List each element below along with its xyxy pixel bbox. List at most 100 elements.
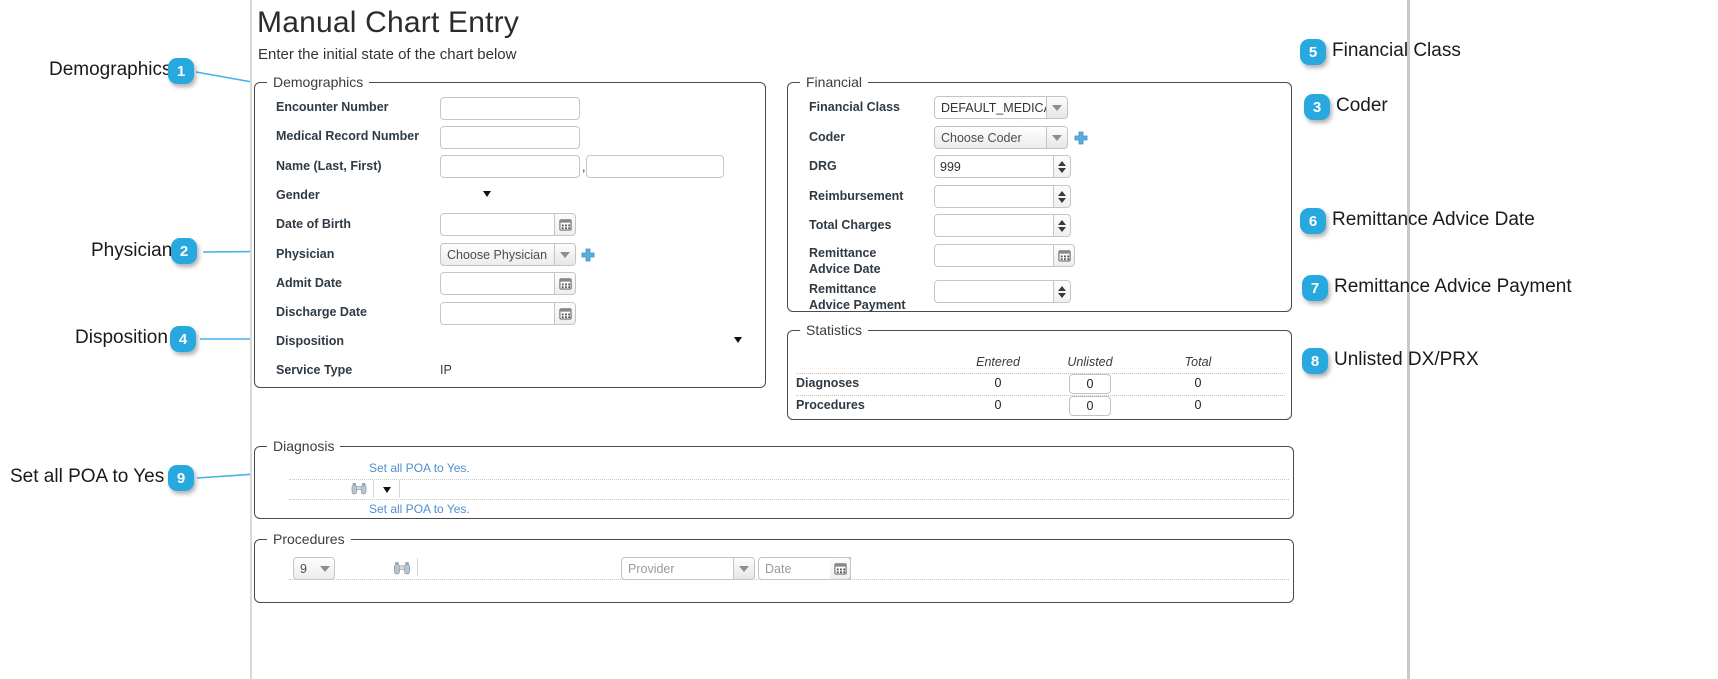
reimbursement-input[interactable] bbox=[934, 185, 1054, 208]
chevron-down-icon bbox=[316, 558, 334, 579]
admit-date-label: Admit Date bbox=[276, 276, 342, 290]
demographics-fieldset: Demographics Encounter Number Medical Re… bbox=[254, 74, 766, 388]
reimbursement-stepper[interactable] bbox=[1054, 185, 1071, 208]
procedures-fieldset: Procedures 9 Provider Date bbox=[254, 531, 1294, 603]
coder-label: Coder bbox=[809, 130, 846, 144]
diagnosis-dropdown-caret[interactable] bbox=[383, 487, 391, 493]
statistics-col-entered: Entered bbox=[976, 355, 1020, 369]
procedures-legend: Procedures bbox=[267, 531, 351, 547]
app-window: Manual Chart Entry Enter the initial sta… bbox=[250, 0, 1410, 679]
procedures-date-calendar-icon[interactable] bbox=[830, 557, 851, 580]
procedures-provider-select[interactable]: Provider bbox=[621, 557, 755, 580]
procedures-provider-placeholder: Provider bbox=[628, 561, 675, 576]
callout-label-8: Unlisted DX/PRX bbox=[1334, 349, 1479, 370]
total-charges-input[interactable] bbox=[934, 214, 1054, 237]
disposition-dropdown-caret[interactable] bbox=[734, 337, 742, 343]
statistics-row-procedures-unlisted-input[interactable]: 0 bbox=[1069, 396, 1111, 416]
name-last-input[interactable] bbox=[440, 155, 580, 178]
callout-badge-6: 6 bbox=[1300, 208, 1326, 234]
callout-badge-4: 4 bbox=[170, 326, 196, 352]
demographics-legend: Demographics bbox=[267, 74, 370, 90]
remittance-advice-date-label-line1: Remittance bbox=[809, 246, 877, 260]
set-all-poa-to-yes-link-top[interactable]: Set all POA to Yes. bbox=[369, 461, 470, 475]
admit-date-input[interactable] bbox=[440, 272, 555, 295]
callout-label-5: Financial Class bbox=[1332, 40, 1461, 61]
remittance-advice-payment-label-line2: Advice Payment bbox=[809, 298, 906, 312]
diagnosis-legend: Diagnosis bbox=[267, 438, 341, 454]
statistics-row-procedures-entered: 0 bbox=[994, 398, 1002, 412]
remittance-advice-date-calendar-icon[interactable] bbox=[1054, 244, 1075, 267]
total-charges-stepper[interactable] bbox=[1054, 214, 1071, 237]
financial-fieldset: Financial Financial Class DEFAULT_MEDICA… bbox=[787, 74, 1292, 312]
discharge-date-input[interactable] bbox=[440, 302, 555, 325]
statistics-fieldset: Statistics Entered Unlisted Total Diagno… bbox=[787, 322, 1292, 420]
encounter-number-label: Encounter Number bbox=[276, 100, 389, 114]
statistics-col-unlisted: Unlisted bbox=[1067, 355, 1113, 369]
statistics-legend: Statistics bbox=[800, 322, 869, 338]
diagnosis-fieldset: Diagnosis Set all POA to Yes. Set all PO… bbox=[254, 438, 1294, 519]
statistics-row-procedures-label: Procedures bbox=[796, 398, 865, 412]
date-of-birth-label: Date of Birth bbox=[276, 217, 351, 231]
chevron-down-icon bbox=[1046, 127, 1067, 148]
callout-badge-5: 5 bbox=[1300, 39, 1326, 65]
total-charges-label: Total Charges bbox=[809, 218, 892, 232]
diagnosis-search-binoculars-icon[interactable] bbox=[351, 482, 367, 500]
callout-label-4: Disposition bbox=[75, 327, 168, 348]
name-separator: , bbox=[582, 160, 586, 174]
statistics-row-diagnoses-label: Diagnoses bbox=[796, 376, 860, 390]
discharge-date-calendar-icon[interactable] bbox=[555, 302, 576, 325]
medical-record-number-input[interactable] bbox=[440, 126, 580, 149]
physician-label: Physician bbox=[276, 247, 335, 261]
set-all-poa-to-yes-link-bottom[interactable]: Set all POA to Yes. bbox=[369, 502, 470, 516]
callout-label-2: Physician bbox=[91, 240, 173, 261]
remittance-advice-payment-label-line1: Remittance bbox=[809, 282, 877, 296]
financial-class-select[interactable]: DEFAULT_MEDICAR bbox=[934, 96, 1068, 119]
procedure-code-version-value: 9 bbox=[300, 561, 307, 576]
name-first-input[interactable] bbox=[586, 155, 724, 178]
add-coder-plus-icon[interactable] bbox=[1074, 131, 1088, 145]
statistics-row-diagnoses-unlisted-input[interactable]: 0 bbox=[1069, 374, 1111, 394]
service-type-value: IP bbox=[440, 363, 452, 377]
add-physician-plus-icon[interactable] bbox=[581, 248, 595, 262]
financial-legend: Financial bbox=[800, 74, 869, 90]
drg-label: DRG bbox=[809, 159, 837, 173]
callout-label-6: Remittance Advice Date bbox=[1332, 209, 1535, 230]
admit-date-calendar-icon[interactable] bbox=[555, 272, 576, 295]
statistics-col-total: Total bbox=[1184, 355, 1212, 369]
statistics-row-diagnoses-entered: 0 bbox=[994, 376, 1002, 390]
callout-badge-1: 1 bbox=[168, 58, 194, 84]
callout-badge-7: 7 bbox=[1302, 275, 1328, 301]
reimbursement-label: Reimbursement bbox=[809, 189, 904, 203]
procedure-code-version-select[interactable]: 9 bbox=[293, 557, 335, 580]
callout-label-1: Demographics bbox=[49, 59, 172, 80]
gender-dropdown-caret[interactable] bbox=[483, 191, 491, 197]
service-type-label: Service Type bbox=[276, 363, 353, 377]
callout-label-7: Remittance Advice Payment bbox=[1334, 276, 1572, 297]
callout-badge-3: 3 bbox=[1304, 94, 1330, 120]
page-subtitle: Enter the initial state of the chart bel… bbox=[258, 46, 517, 63]
callout-label-3: Coder bbox=[1336, 95, 1388, 116]
drg-stepper[interactable] bbox=[1054, 155, 1071, 178]
physician-select[interactable]: Choose Physician bbox=[440, 243, 576, 266]
remittance-advice-payment-stepper[interactable] bbox=[1054, 280, 1071, 303]
remittance-advice-date-label-line2: Advice Date bbox=[809, 262, 881, 276]
financial-class-value: DEFAULT_MEDICAR bbox=[941, 100, 1046, 115]
chevron-down-icon bbox=[733, 558, 754, 579]
statistics-row-procedures-total: 0 bbox=[1194, 398, 1202, 412]
page-title: Manual Chart Entry bbox=[257, 6, 520, 39]
callout-label-9: Set all POA to Yes bbox=[10, 466, 165, 487]
remittance-advice-date-input[interactable] bbox=[934, 244, 1054, 267]
callout-badge-8: 8 bbox=[1302, 348, 1328, 374]
coder-select[interactable]: Choose Coder bbox=[934, 126, 1068, 149]
name-label: Name (Last, First) bbox=[276, 159, 382, 173]
date-of-birth-calendar-icon[interactable] bbox=[555, 213, 576, 236]
date-of-birth-input[interactable] bbox=[440, 213, 555, 236]
drg-input[interactable] bbox=[934, 155, 1054, 178]
remittance-advice-payment-input[interactable] bbox=[934, 280, 1054, 303]
coder-value: Choose Coder bbox=[941, 130, 1022, 145]
encounter-number-input[interactable] bbox=[440, 97, 580, 120]
procedures-search-binoculars-icon[interactable] bbox=[393, 561, 411, 580]
screenshot-page: Manual Chart Entry Enter the initial sta… bbox=[0, 0, 1718, 679]
callout-badge-2: 2 bbox=[171, 238, 197, 264]
medical-record-number-label: Medical Record Number bbox=[276, 129, 420, 143]
